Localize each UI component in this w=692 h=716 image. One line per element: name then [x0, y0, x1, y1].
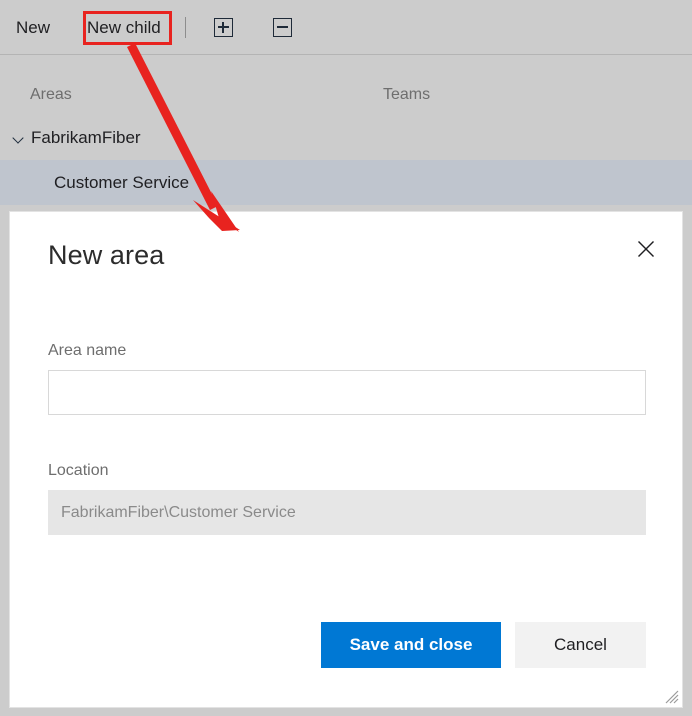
area-name-label: Area name [48, 342, 127, 359]
minus-box-icon[interactable] [272, 17, 292, 37]
location-input [48, 490, 646, 535]
column-header-areas: Areas [30, 86, 72, 103]
resize-grip-icon[interactable] [664, 689, 679, 704]
close-icon[interactable] [630, 233, 662, 265]
plus-box-icon[interactable] [213, 17, 233, 37]
column-header-teams: Teams [383, 86, 431, 103]
toolbar-separator [184, 16, 186, 38]
new-area-dialog: New area Area name Location Save and clo… [10, 212, 682, 707]
toolbar: New New child [0, 0, 692, 55]
area-name-input[interactable] [48, 370, 646, 415]
tree-row-fabrikamfiber[interactable]: FabrikamFiber [0, 115, 692, 160]
tree-row-label: Customer Service [54, 172, 190, 192]
location-field-group: Location [48, 462, 646, 535]
dialog-title: New area [48, 240, 165, 270]
tree-row-label: FabrikamFiber [31, 127, 141, 147]
dialog-action-bar: Save and close Cancel [10, 622, 682, 672]
cancel-button[interactable]: Cancel [515, 622, 646, 668]
chevron-down-icon[interactable] [13, 132, 25, 144]
new-button[interactable]: New [14, 15, 52, 40]
area-name-field-group: Area name [48, 342, 646, 415]
location-label: Location [48, 462, 109, 479]
tree-column-headers: Areas Teams [0, 55, 692, 117]
save-and-close-button[interactable]: Save and close [321, 622, 501, 668]
tree-row-customer-service[interactable]: Customer Service [0, 160, 692, 205]
new-child-button[interactable]: New child [85, 15, 163, 40]
